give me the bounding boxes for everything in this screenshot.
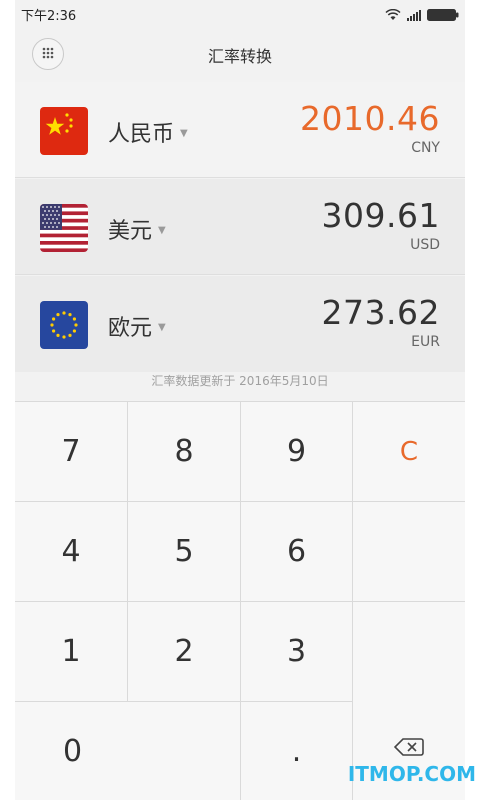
key-3[interactable]: 3 [241, 602, 353, 702]
key-2[interactable]: 2 [128, 602, 241, 702]
usa-flag-icon [40, 204, 88, 252]
rate-update-note: 汇率数据更新于 2016年5月10日 [151, 374, 329, 388]
currency-name-selector[interactable]: 美元 ▼ [108, 213, 166, 245]
currency-name: 美元 [108, 219, 153, 244]
currency-amount: 309.61 [321, 196, 440, 235]
status-time: 下午2:36 [21, 9, 77, 24]
currency-amount: 2010.46 [300, 99, 440, 138]
backspace-icon [393, 730, 424, 765]
currency-code: CNY [411, 140, 440, 156]
currency-name-selector[interactable]: 欧元 ▼ [108, 310, 166, 342]
key-8[interactable]: 8 [128, 402, 241, 502]
currency-code: USD [410, 237, 440, 253]
caret-down-icon: ▼ [158, 321, 166, 333]
key-6[interactable]: 6 [241, 502, 353, 602]
app-frame: 下午2:36 汇率转换 人民币 ▼ 2010.46 CNY 美元 ▼ 309.6… [15, 0, 465, 800]
currency-row-eur[interactable]: 欧元 ▼ 273.62 EUR [15, 276, 465, 372]
watermark-text: ITMOP.COM [347, 762, 476, 786]
caret-down-icon: ▼ [158, 224, 166, 236]
currency-row-usd[interactable]: 美元 ▼ 309.61 USD [15, 179, 465, 275]
key-5[interactable]: 5 [128, 502, 241, 602]
currency-row-cny[interactable]: 人民币 ▼ 2010.46 CNY [15, 82, 465, 178]
key-7[interactable]: 7 [15, 402, 128, 502]
eu-flag-icon [40, 301, 88, 349]
currency-amount: 273.62 [321, 293, 440, 332]
caret-down-icon: ▼ [180, 127, 188, 139]
keypad: 7 8 9 C 4 5 6 1 2 3 0 . [15, 401, 465, 800]
key-4[interactable]: 4 [15, 502, 128, 602]
status-bar: 下午2:36 [15, 0, 465, 26]
wifi-icon [385, 6, 401, 25]
battery-icon [427, 6, 459, 25]
clear-button[interactable]: C [353, 402, 465, 502]
currency-name: 欧元 [108, 316, 153, 341]
page-title: 汇率转换 [207, 47, 272, 66]
signal-icon [407, 6, 421, 25]
currency-code: EUR [411, 334, 440, 350]
key-1[interactable]: 1 [15, 602, 128, 702]
currency-name: 人民币 [108, 122, 175, 147]
empty-key-space [353, 502, 465, 602]
status-icons [385, 6, 459, 25]
currency-name-selector[interactable]: 人民币 ▼ [108, 116, 188, 148]
title-bar: 汇率转换 [15, 26, 465, 82]
china-flag-icon [40, 107, 88, 155]
key-9[interactable]: 9 [241, 402, 353, 502]
key-decimal[interactable]: . [241, 702, 353, 800]
key-0[interactable]: 0 [15, 702, 241, 800]
